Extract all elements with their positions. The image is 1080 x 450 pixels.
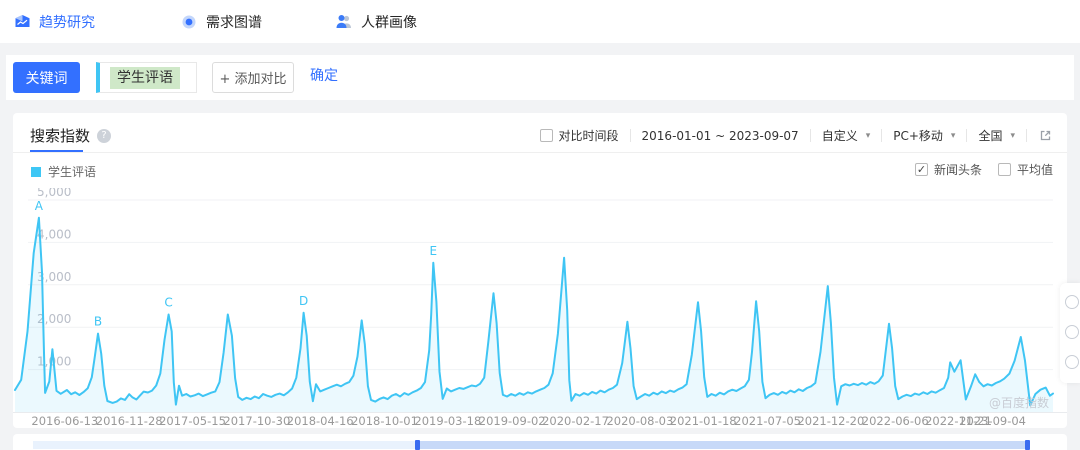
- separator: [1026, 129, 1027, 142]
- x-axis-tick-label: 2020-02-17: [542, 414, 609, 428]
- brush-handle-right[interactable]: [1025, 440, 1030, 450]
- news-headline-toggle[interactable]: ✓ 新闻头条: [914, 161, 982, 178]
- separator: [881, 129, 883, 142]
- series-area: [15, 217, 1053, 412]
- peak-label-A: A: [35, 199, 44, 213]
- region-dropdown[interactable]: 全国 ▾: [978, 127, 1015, 144]
- brush-handle-left[interactable]: [415, 440, 420, 450]
- peak-label-C: C: [164, 295, 172, 309]
- peak-label-D: D: [299, 294, 308, 308]
- range-mode-dropdown[interactable]: 自定义 ▾: [822, 127, 871, 144]
- region-value: 全国: [978, 129, 1003, 143]
- legend-series-label: 学生评语: [48, 165, 97, 179]
- x-axis-tick-label: 2019-03-18: [414, 414, 481, 428]
- x-axis-tick-label: 2023-09-04: [959, 414, 1026, 428]
- keyword-input[interactable]: 学生评语: [96, 62, 197, 93]
- x-axis-tick-label: 2021-01-18: [670, 414, 737, 428]
- confirm-link[interactable]: 确定: [310, 55, 338, 100]
- brush-track[interactable]: [33, 441, 418, 449]
- compare-period-label: 对比时间段: [558, 129, 619, 143]
- x-axis-tick-label: 2018-04-16: [287, 414, 354, 428]
- x-axis-tick-label: 2022-06-06: [862, 414, 929, 428]
- y-axis-tick-label: 5,000: [37, 188, 71, 199]
- x-axis-tick-label: 2018-10-01: [351, 414, 418, 428]
- baidu-index-page: 趋势研究 需求图谱 人群画像 关键词 学生评语 + 添加对比 确定 搜索指数 ?: [0, 0, 1080, 450]
- separator: [629, 129, 631, 142]
- peak-label-B: B: [94, 315, 102, 329]
- floating-toolbar[interactable]: [1060, 283, 1080, 383]
- average-toggle[interactable]: 平均值: [997, 161, 1053, 178]
- chevron-down-icon: ▾: [950, 130, 956, 141]
- nav-trend-research[interactable]: 趋势研究: [13, 0, 95, 43]
- x-axis-tick-label: 2017-10-30: [223, 414, 290, 428]
- x-axis-tick-label: 2021-12-20: [797, 414, 864, 428]
- separator: [966, 129, 968, 142]
- nav-persona[interactable]: 人群画像: [335, 0, 417, 43]
- x-axis-tick-label: 2016-11-28: [96, 414, 163, 428]
- compare-period-control[interactable]: 对比时间段: [539, 127, 619, 144]
- x-axis-tick-label: 2016-06-13: [31, 414, 98, 428]
- series-color-swatch: [31, 166, 41, 177]
- nav-label: 需求图谱: [206, 14, 262, 31]
- search-index-chart[interactable]: 1,0002,0003,0004,0005,000ABC DE2016-06-13…: [13, 188, 1067, 428]
- nav-label: 人群画像: [361, 14, 417, 31]
- range-mode-value: 自定义: [821, 129, 858, 143]
- news-headline-checkbox[interactable]: ✓: [914, 163, 928, 176]
- help-bubble-icon[interactable]: [1065, 295, 1079, 309]
- average-checkbox[interactable]: [997, 163, 1011, 176]
- x-axis-tick-label: 2017-05-15: [159, 414, 226, 428]
- average-label: 平均值: [1016, 163, 1053, 177]
- date-range[interactable]: 2016-01-01 ~ 2023-09-07: [642, 129, 799, 143]
- x-axis-tick-label: 2020-08-03: [606, 414, 673, 428]
- nav-label: 趋势研究: [39, 14, 95, 31]
- feedback-icon[interactable]: [1065, 325, 1079, 339]
- separator: [809, 129, 811, 142]
- top-nav: 趋势研究 需求图谱 人群画像: [0, 0, 1080, 43]
- trend-chart-icon: [13, 14, 31, 30]
- help-icon[interactable]: ?: [97, 128, 112, 143]
- keyword-bar: 关键词 学生评语 + 添加对比 确定: [6, 55, 1074, 100]
- divider: [13, 152, 1067, 153]
- demand-graph-icon: [180, 14, 198, 30]
- peak-label-E: E: [430, 244, 438, 258]
- platform-value: PC+移动: [893, 129, 943, 143]
- tab-search-index[interactable]: 搜索指数: [30, 125, 90, 146]
- add-compare-button[interactable]: + 添加对比: [212, 62, 294, 93]
- watermark: @百度指数: [989, 395, 1049, 410]
- compare-period-checkbox[interactable]: [539, 129, 553, 142]
- x-axis-tick-label: 2019-09-02: [479, 414, 546, 428]
- nav-demand-graph[interactable]: 需求图谱: [180, 0, 262, 43]
- x-axis-tick-label: 2021-07-05: [734, 414, 801, 428]
- platform-dropdown[interactable]: PC+移动 ▾: [893, 127, 955, 144]
- keyword-button[interactable]: 关键词: [13, 62, 80, 93]
- search-index-panel: 搜索指数 ? 对比时间段 2016-01-01 ~ 2023-09-07 自定义…: [13, 113, 1067, 428]
- chevron-down-icon: ▾: [865, 130, 871, 141]
- keyword-value-tag[interactable]: 学生评语: [110, 66, 180, 89]
- export-icon[interactable]: [1038, 128, 1053, 143]
- news-headline-label: 新闻头条: [933, 163, 982, 177]
- chevron-down-icon: ▾: [1010, 130, 1015, 141]
- time-brush-panel: [13, 434, 1067, 450]
- brush-selected-range[interactable]: [418, 441, 1030, 449]
- y-axis-tick-label: 4,000: [37, 227, 71, 241]
- phone-icon[interactable]: [1065, 355, 1079, 369]
- persona-people-icon: [335, 14, 353, 30]
